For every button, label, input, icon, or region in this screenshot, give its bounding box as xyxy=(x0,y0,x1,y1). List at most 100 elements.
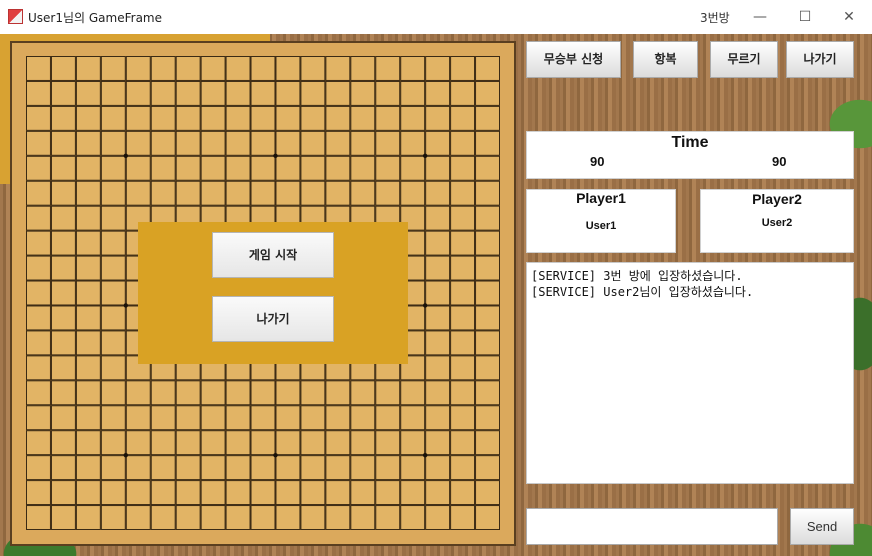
board-cell[interactable] xyxy=(175,455,201,481)
board-cell[interactable] xyxy=(375,455,401,481)
board-cell[interactable] xyxy=(75,505,101,530)
board-cell[interactable] xyxy=(26,480,51,506)
board-cell[interactable] xyxy=(475,505,500,530)
board-cell[interactable] xyxy=(26,505,51,530)
board-cell[interactable] xyxy=(350,455,376,481)
board-cell[interactable] xyxy=(26,205,51,231)
board-cell[interactable] xyxy=(100,130,126,156)
board-cell[interactable] xyxy=(26,455,51,481)
board-cell[interactable] xyxy=(175,56,201,81)
board-cell[interactable] xyxy=(350,505,376,530)
board-cell[interactable] xyxy=(375,80,401,106)
board-cell[interactable] xyxy=(300,155,326,181)
board-cell[interactable] xyxy=(125,430,151,456)
minimize-button[interactable]: — xyxy=(745,5,775,29)
board-cell[interactable] xyxy=(50,380,76,406)
board-cell[interactable] xyxy=(100,56,126,81)
board-cell[interactable] xyxy=(50,130,76,156)
board-cell[interactable] xyxy=(250,105,276,131)
board-cell[interactable] xyxy=(350,380,376,406)
board-cell[interactable] xyxy=(375,505,401,530)
start-game-button[interactable]: 게임 시작 xyxy=(212,232,334,278)
board-cell[interactable] xyxy=(400,480,426,506)
board-cell[interactable] xyxy=(275,80,301,106)
board-cell[interactable] xyxy=(250,130,276,156)
board-cell[interactable] xyxy=(100,205,126,231)
board-cell[interactable] xyxy=(125,80,151,106)
draw-request-button[interactable]: 무승부 신청 xyxy=(526,41,621,78)
board-cell[interactable] xyxy=(150,480,176,506)
board-cell[interactable] xyxy=(300,455,326,481)
board-cell[interactable] xyxy=(100,105,126,131)
board-cell[interactable] xyxy=(50,455,76,481)
board-cell[interactable] xyxy=(26,280,51,306)
board-cell[interactable] xyxy=(400,130,426,156)
board-cell[interactable] xyxy=(200,180,226,206)
board-cell[interactable] xyxy=(150,455,176,481)
board-cell[interactable] xyxy=(250,80,276,106)
board-cell[interactable] xyxy=(26,180,51,206)
board-cell[interactable] xyxy=(200,505,226,530)
board-cell[interactable] xyxy=(475,56,500,81)
board-cell[interactable] xyxy=(50,155,76,181)
board-cell[interactable] xyxy=(300,56,326,81)
board-cell[interactable] xyxy=(450,280,476,306)
board-cell[interactable] xyxy=(50,330,76,356)
board-cell[interactable] xyxy=(475,80,500,106)
board-cell[interactable] xyxy=(26,380,51,406)
board-cell[interactable] xyxy=(450,130,476,156)
board-cell[interactable] xyxy=(200,80,226,106)
board-cell[interactable] xyxy=(425,480,451,506)
board-cell[interactable] xyxy=(125,130,151,156)
board-cell[interactable] xyxy=(75,155,101,181)
board-cell[interactable] xyxy=(100,230,126,256)
board-cell[interactable] xyxy=(300,80,326,106)
board-cell[interactable] xyxy=(100,305,126,331)
board-cell[interactable] xyxy=(225,180,251,206)
board-cell[interactable] xyxy=(125,455,151,481)
board-cell[interactable] xyxy=(175,180,201,206)
board-cell[interactable] xyxy=(425,205,451,231)
board-cell[interactable] xyxy=(375,155,401,181)
board-cell[interactable] xyxy=(75,56,101,81)
board-cell[interactable] xyxy=(275,455,301,481)
board-cell[interactable] xyxy=(400,180,426,206)
board-cell[interactable] xyxy=(375,105,401,131)
board-cell[interactable] xyxy=(26,130,51,156)
board-cell[interactable] xyxy=(475,480,500,506)
board-cell[interactable] xyxy=(475,330,500,356)
board-cell[interactable] xyxy=(26,255,51,281)
board-cell[interactable] xyxy=(75,480,101,506)
board-cell[interactable] xyxy=(425,105,451,131)
board-cell[interactable] xyxy=(50,56,76,81)
board-cell[interactable] xyxy=(475,455,500,481)
board-cell[interactable] xyxy=(150,405,176,431)
board-cell[interactable] xyxy=(225,56,251,81)
board-cell[interactable] xyxy=(325,505,351,530)
board-cell[interactable] xyxy=(275,405,301,431)
board-cell[interactable] xyxy=(75,405,101,431)
board-cell[interactable] xyxy=(475,230,500,256)
board-cell[interactable] xyxy=(50,80,76,106)
board-cell[interactable] xyxy=(225,405,251,431)
board-cell[interactable] xyxy=(475,305,500,331)
board-cell[interactable] xyxy=(26,80,51,106)
board-cell[interactable] xyxy=(400,80,426,106)
board-cell[interactable] xyxy=(450,430,476,456)
board-cell[interactable] xyxy=(200,380,226,406)
board-cell[interactable] xyxy=(250,180,276,206)
board-cell[interactable] xyxy=(275,380,301,406)
board-cell[interactable] xyxy=(175,130,201,156)
board-cell[interactable] xyxy=(50,430,76,456)
board-cell[interactable] xyxy=(275,130,301,156)
board-cell[interactable] xyxy=(75,80,101,106)
board-cell[interactable] xyxy=(26,330,51,356)
board-cell[interactable] xyxy=(275,105,301,131)
board-cell[interactable] xyxy=(475,355,500,381)
board-cell[interactable] xyxy=(450,180,476,206)
board-cell[interactable] xyxy=(175,155,201,181)
board-cell[interactable] xyxy=(325,155,351,181)
surrender-button[interactable]: 항복 xyxy=(633,41,698,78)
board-cell[interactable] xyxy=(50,180,76,206)
board-cell[interactable] xyxy=(350,80,376,106)
